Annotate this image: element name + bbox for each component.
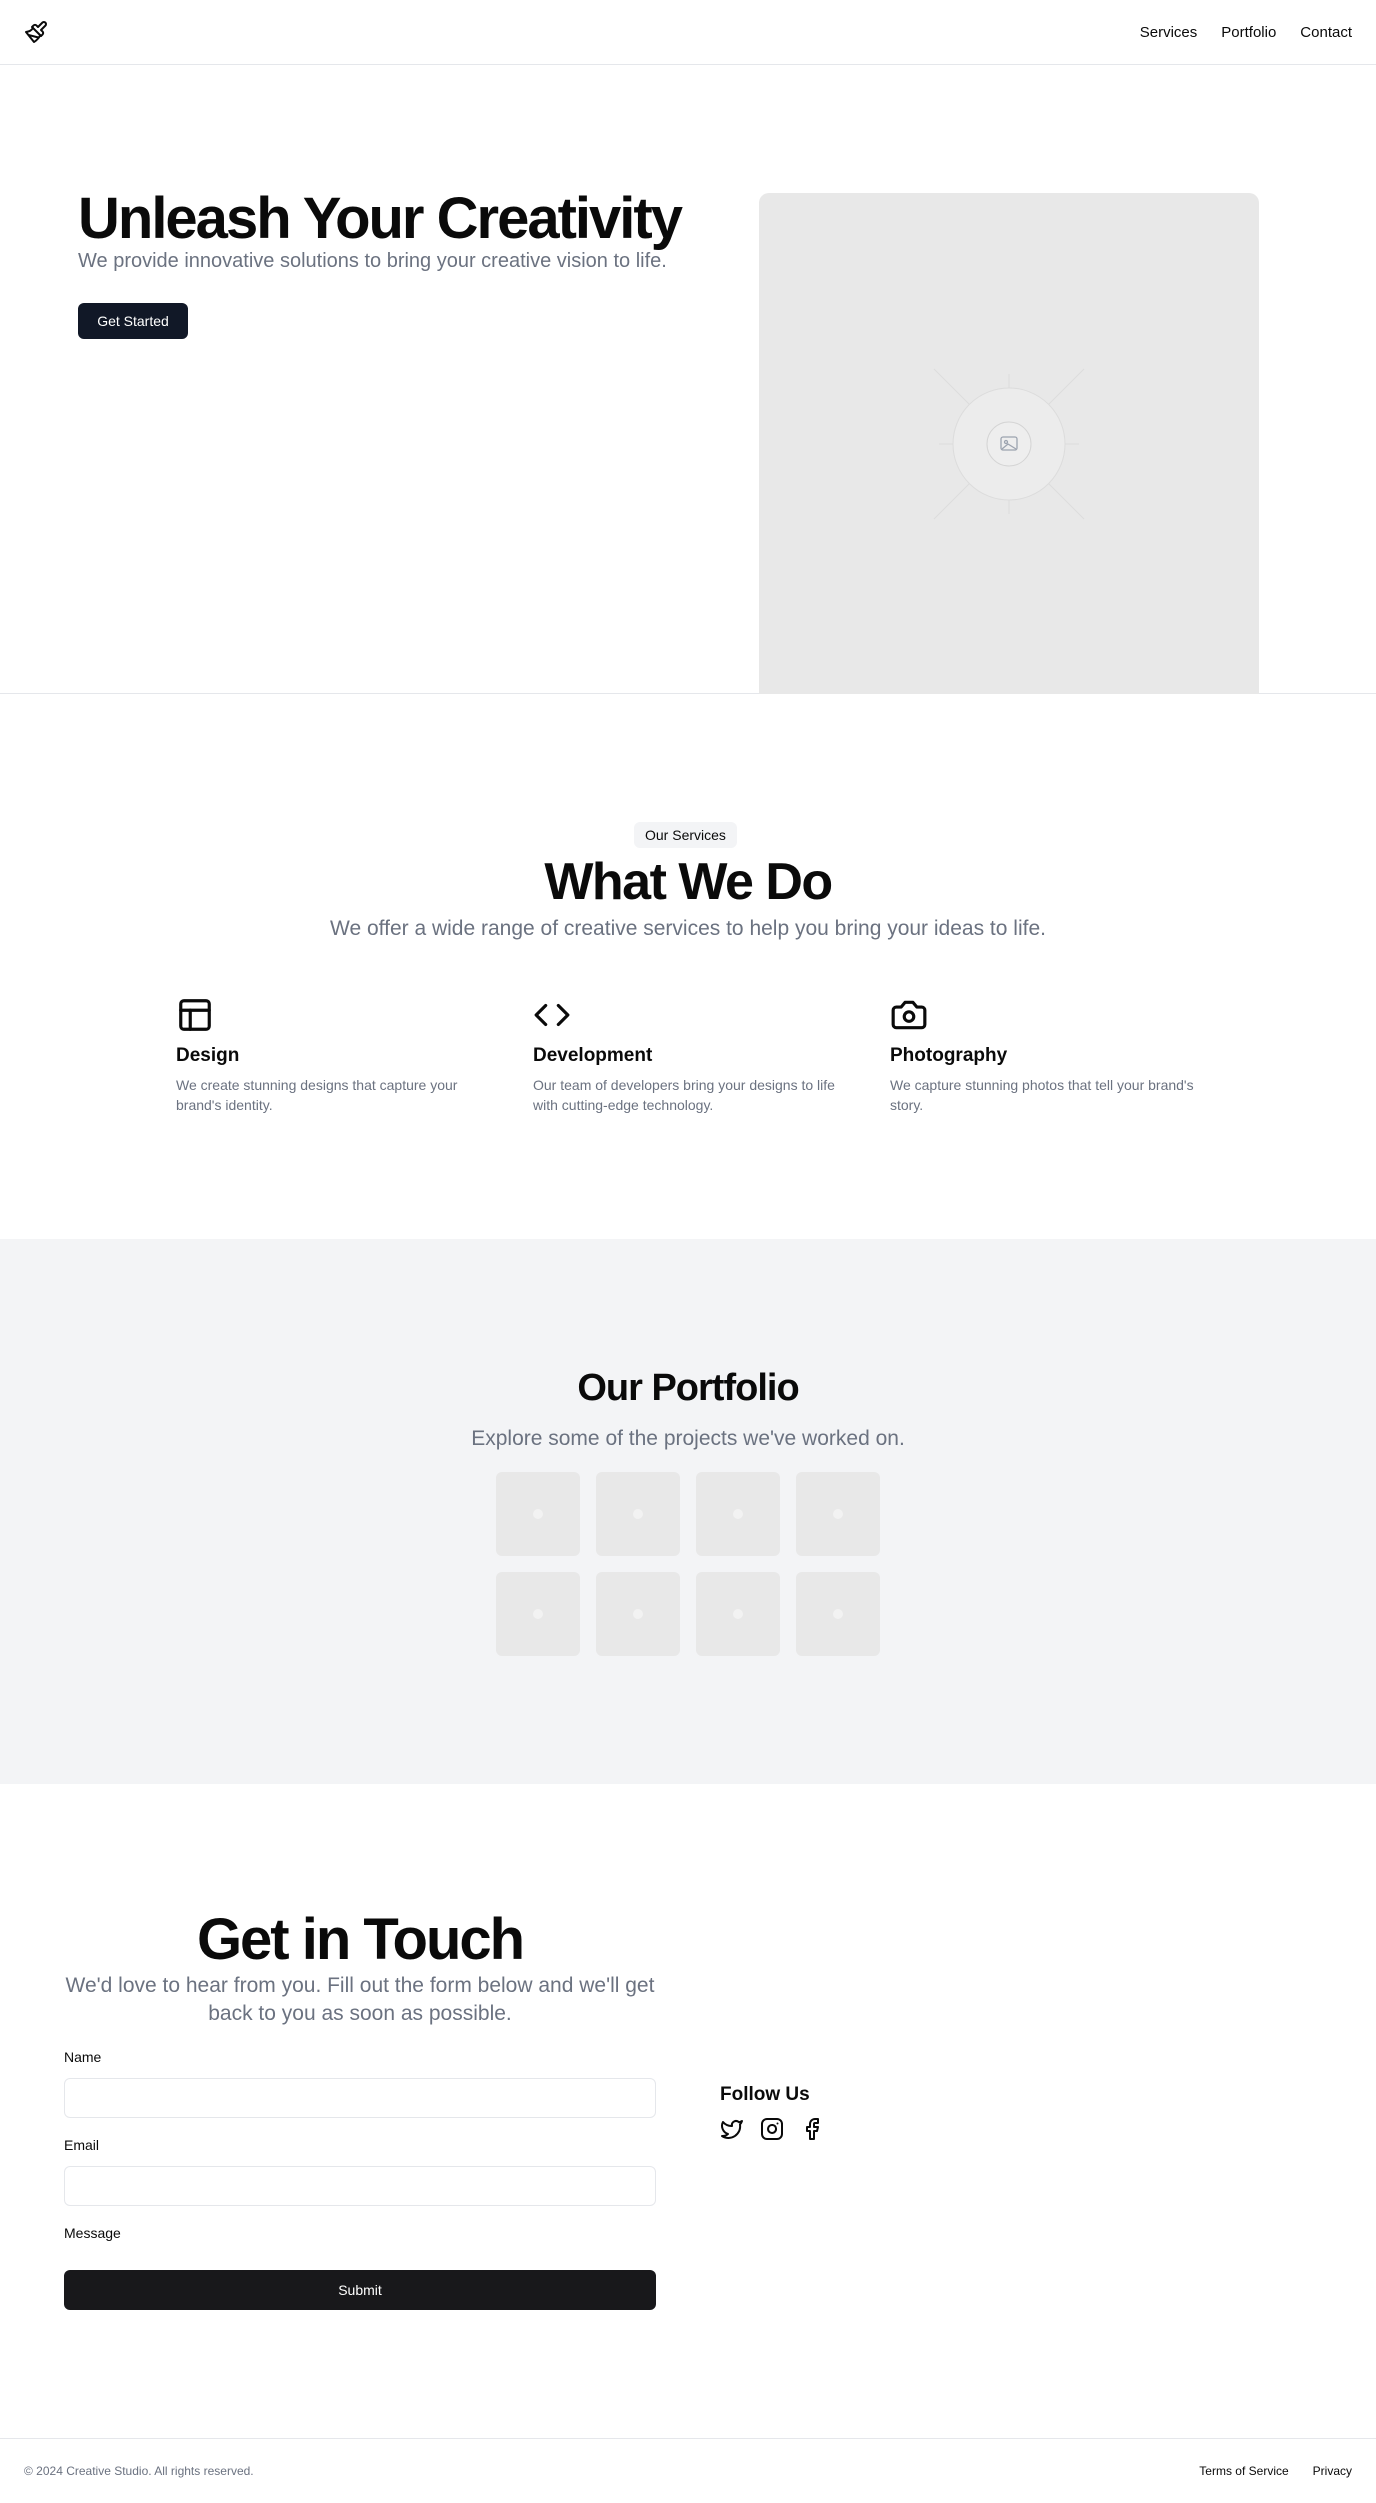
terms-link[interactable]: Terms of Service — [1199, 2464, 1288, 2478]
hero-subtitle: We provide innovative solutions to bring… — [78, 250, 667, 272]
email-label: Email — [64, 2137, 100, 2153]
service-description: We capture stunning photos that tell you… — [890, 1077, 1194, 1113]
site-header: Services Portfolio Contact — [0, 0, 1376, 65]
main-nav: Services Portfolio Contact — [1140, 24, 1352, 41]
privacy-link[interactable]: Privacy — [1313, 2464, 1352, 2478]
portfolio-item[interactable] — [696, 1572, 780, 1656]
services-section: Our Services What We Do We offer a wide … — [0, 694, 1376, 1239]
image-placeholder-icon — [933, 368, 1085, 520]
site-footer: © 2024 Creative Studio. All rights reser… — [0, 2438, 1376, 2503]
portfolio-item[interactable] — [596, 1572, 680, 1656]
hero-image — [759, 193, 1259, 694]
name-field[interactable] — [64, 2078, 656, 2118]
camera-icon — [891, 1000, 927, 1030]
portfolio-item[interactable] — [696, 1472, 780, 1556]
service-description: Our team of developers bring your design… — [533, 1077, 835, 1113]
contact-title: Get in Touch — [196, 1907, 525, 1972]
email-field[interactable] — [64, 2166, 656, 2206]
code-icon — [534, 1003, 570, 1027]
nav-portfolio[interactable]: Portfolio — [1221, 24, 1276, 41]
service-title: Design — [176, 1045, 240, 1066]
service-description: We create stunning designs that capture … — [176, 1077, 458, 1113]
paintbrush-icon[interactable] — [24, 20, 48, 44]
footer-nav: Terms of Service Privacy — [1199, 2464, 1352, 2478]
facebook-icon[interactable] — [800, 2117, 824, 2141]
services-subtitle: We offer a wide range of creative servic… — [330, 917, 1046, 940]
service-title: Development — [533, 1045, 653, 1066]
name-label: Name — [64, 2049, 102, 2065]
portfolio-subtitle: Explore some of the projects we've worke… — [471, 1427, 905, 1450]
portfolio-item[interactable] — [796, 1472, 880, 1556]
follow-us-title: Follow Us — [720, 2084, 810, 2105]
portfolio-title: Our Portfolio — [577, 1367, 799, 1409]
copyright-text: © 2024 Creative Studio. All rights reser… — [24, 2464, 254, 2478]
services-badge: Our Services — [634, 822, 737, 848]
hero-title: Unleash Your Creativity — [78, 186, 683, 251]
twitter-icon[interactable] — [720, 2117, 744, 2141]
nav-services[interactable]: Services — [1140, 24, 1198, 41]
instagram-icon[interactable] — [760, 2117, 784, 2141]
portfolio-item[interactable] — [496, 1572, 580, 1656]
contact-subtitle: We'd love to hear from you. Fill out the… — [65, 1974, 655, 2025]
get-started-button[interactable]: Get Started — [78, 303, 188, 339]
portfolio-item[interactable] — [496, 1472, 580, 1556]
nav-contact[interactable]: Contact — [1300, 24, 1352, 41]
portfolio-item[interactable] — [796, 1572, 880, 1656]
service-card-photography: Photography We capture stunning photos t… — [890, 996, 1200, 1115]
service-card-design: Design We create stunning designs that c… — [176, 996, 486, 1115]
services-title: What We Do — [544, 853, 833, 911]
contact-section: Get in Touch We'd love to hear from you.… — [0, 1784, 1376, 2438]
service-card-development: Development Our team of developers bring… — [533, 996, 843, 1115]
hero-section: Unleash Your Creativity We provide innov… — [0, 65, 1376, 694]
portfolio-item[interactable] — [596, 1472, 680, 1556]
submit-button[interactable]: Submit — [64, 2270, 656, 2310]
layout-icon — [179, 999, 211, 1031]
portfolio-section: Our Portfolio Explore some of the projec… — [0, 1239, 1376, 1784]
message-label: Message — [64, 2225, 121, 2241]
service-title: Photography — [890, 1045, 1008, 1066]
